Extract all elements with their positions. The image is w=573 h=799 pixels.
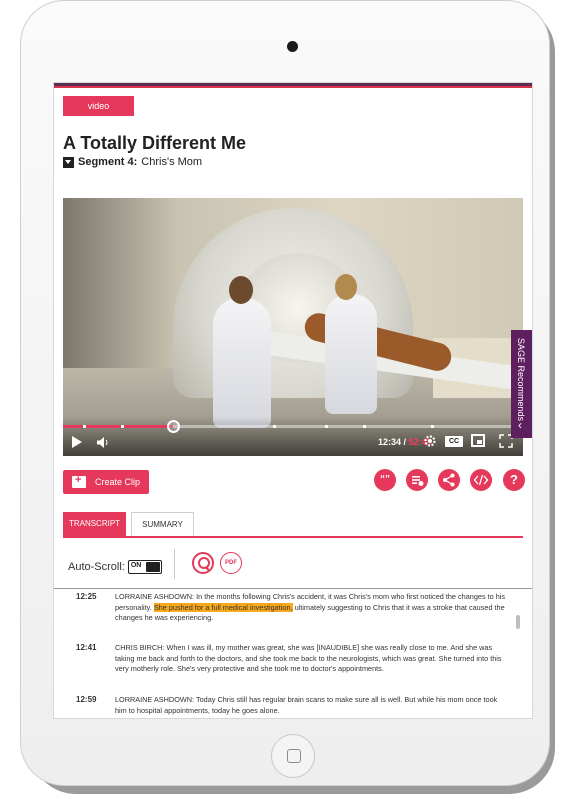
progress-fill (63, 425, 174, 428)
sage-recommends-label: SAGE Recommends (516, 338, 526, 422)
transcript-scrollbar[interactable] (516, 615, 520, 629)
share-button[interactable] (438, 469, 460, 491)
play-icon[interactable] (72, 436, 82, 448)
toggle-state: ON (130, 562, 142, 569)
chapter-marker (121, 425, 124, 428)
share-icon (443, 473, 455, 487)
screen: video A Totally Different Me Segment 4: … (53, 82, 533, 719)
transcript-text: CHRIS BIRCH: When I was ill, my mother w… (115, 643, 502, 673)
picture-in-picture-icon[interactable] (471, 434, 485, 447)
clip-icon (72, 474, 86, 488)
embed-code-icon (473, 474, 489, 486)
transcript-highlight: She pushed for a full medical investigat… (153, 602, 293, 612)
chapter-marker (83, 425, 86, 428)
home-button[interactable] (271, 734, 315, 778)
chapter-marker (363, 425, 366, 428)
segment-name: Chris's Mom (141, 156, 203, 168)
time-separator: / (401, 437, 409, 447)
transcript-text: LORRAINE ASHDOWN: In the months followin… (115, 592, 507, 624)
chapter-marker (431, 425, 434, 428)
transcript-text: LORRAINE ASHDOWN: Today Chris still has … (115, 695, 498, 715)
help-button[interactable]: ? (503, 469, 525, 491)
volume-icon[interactable] (97, 437, 109, 448)
content-type-tab: video (63, 96, 134, 116)
chapter-marker (273, 425, 276, 428)
transcript-timestamp[interactable]: 12:25 (76, 592, 96, 601)
create-clip-label: Create Clip (95, 477, 141, 487)
pdf-button[interactable]: PDF (220, 552, 242, 574)
video-frame-nurse-2 (325, 294, 377, 414)
divider (174, 549, 175, 579)
transcript-timestamp[interactable]: 12:59 (76, 695, 96, 704)
captions-icon[interactable]: CC (445, 436, 463, 447)
chevron-down-icon[interactable] (63, 156, 74, 168)
current-time: 12:34 (378, 437, 402, 447)
sage-recommends-tab[interactable]: SAGE Recommends ‹ (511, 330, 532, 438)
search-icon[interactable] (192, 552, 214, 574)
tab-summary[interactable]: SUMMARY (131, 512, 194, 536)
create-clip-button[interactable]: Create Clip (63, 470, 149, 494)
transcript-list: 12:25 LORRAINE ASHDOWN: In the months fo… (54, 589, 522, 718)
playlist-button[interactable] (406, 469, 428, 491)
content-tabs: TRANSCRIPT SUMMARY (63, 512, 523, 538)
chevron-left-icon: ‹ (518, 418, 522, 432)
cite-button[interactable]: “” (374, 469, 396, 491)
front-camera (287, 41, 298, 52)
page-title: A Totally Different Me (63, 133, 247, 153)
playlist-add-icon (412, 476, 424, 486)
progress-bar[interactable] (63, 420, 523, 433)
video-frame-nurse-1 (213, 298, 271, 428)
top-bar-accent (54, 86, 532, 88)
toggle-knob (145, 562, 160, 572)
home-icon (287, 749, 301, 763)
video-player[interactable]: 12:34 / 52:45 CC (63, 198, 523, 456)
auto-scroll-control: Auto-Scroll: ON (68, 560, 162, 574)
chapter-marker (325, 425, 328, 428)
embed-button[interactable] (470, 469, 492, 491)
segment-selector[interactable]: Segment 4: Chris's Mom (63, 156, 202, 168)
auto-scroll-toggle[interactable]: ON (127, 560, 162, 574)
auto-scroll-label: Auto-Scroll: (68, 561, 125, 573)
gear-icon[interactable] (423, 434, 437, 448)
tab-transcript[interactable]: TRANSCRIPT (63, 512, 126, 536)
transcript-timestamp[interactable]: 12:41 (76, 643, 96, 652)
segment-label: Segment 4: (78, 156, 138, 168)
video-frame-nurse-2-head (335, 274, 357, 300)
video-frame-nurse-1-head (229, 276, 253, 304)
